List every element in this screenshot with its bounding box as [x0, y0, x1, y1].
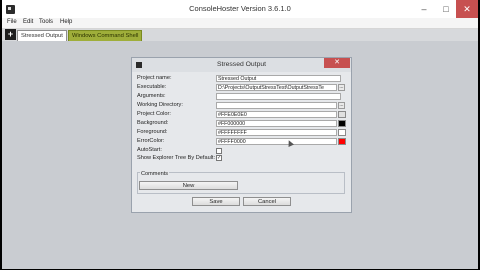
- arguments-label: Arguments:: [137, 93, 166, 99]
- error-color-label: ErrorColor:: [137, 138, 165, 144]
- show-explorer-tree-label: Show Explorer Tree By Default:: [137, 155, 216, 161]
- project-name-label: Project name:: [137, 75, 172, 81]
- autostart-label: AutoStart:: [137, 147, 162, 153]
- menu-tools[interactable]: Tools: [39, 19, 53, 25]
- arguments-input[interactable]: [216, 93, 341, 100]
- menu-bar: [2, 18, 478, 29]
- executable-browse-button[interactable]: ...: [338, 84, 345, 91]
- new-comment-button[interactable]: New: [139, 181, 238, 190]
- foreground-input[interactable]: #FFFFFFFF: [216, 129, 337, 136]
- foreground-color-swatch[interactable]: [338, 129, 346, 136]
- project-color-label: Project Color:: [137, 111, 171, 117]
- project-dialog: Stressed Output ✕ Project name: Stressed…: [131, 57, 352, 213]
- menu-file[interactable]: File: [7, 19, 17, 25]
- foreground-label: Foreground:: [137, 129, 168, 135]
- executable-label: Executable:: [137, 84, 167, 90]
- close-button[interactable]: ✕: [456, 0, 478, 18]
- working-directory-label: Working Directory:: [137, 102, 183, 108]
- working-directory-browse-button[interactable]: ...: [338, 102, 345, 109]
- executable-input[interactable]: D:\Projects\OutputStressTest\OutputStres…: [216, 84, 337, 91]
- minimize-button[interactable]: –: [413, 0, 435, 18]
- menu-edit[interactable]: Edit: [23, 19, 33, 25]
- error-color-input[interactable]: #FFFF0000: [216, 138, 337, 145]
- background-input[interactable]: #FF000000: [216, 120, 337, 127]
- project-color-swatch[interactable]: [338, 111, 346, 118]
- comments-label: Comments: [140, 171, 170, 177]
- project-color-input[interactable]: #FFE0E0E0: [216, 111, 337, 118]
- background-color-swatch[interactable]: [338, 120, 346, 127]
- cancel-button[interactable]: Cancel: [243, 197, 291, 206]
- dialog-title: Stressed Output: [216, 61, 267, 68]
- maximize-button[interactable]: □: [435, 0, 457, 18]
- autostart-checkbox[interactable]: [216, 148, 222, 154]
- menu-help[interactable]: Help: [60, 19, 72, 25]
- project-name-input[interactable]: Stressed Output: [216, 75, 341, 82]
- error-color-swatch[interactable]: [338, 138, 346, 145]
- show-explorer-tree-checkbox[interactable]: ✓: [216, 155, 222, 161]
- add-tab-button[interactable]: +: [5, 29, 16, 40]
- background-label: Background:: [137, 120, 169, 126]
- window-title: ConsoleHoster Version 3.6.1.0: [189, 4, 291, 13]
- dialog-close-button[interactable]: ✕: [324, 58, 350, 68]
- working-directory-input[interactable]: [216, 102, 337, 109]
- save-button[interactable]: Save: [192, 197, 240, 206]
